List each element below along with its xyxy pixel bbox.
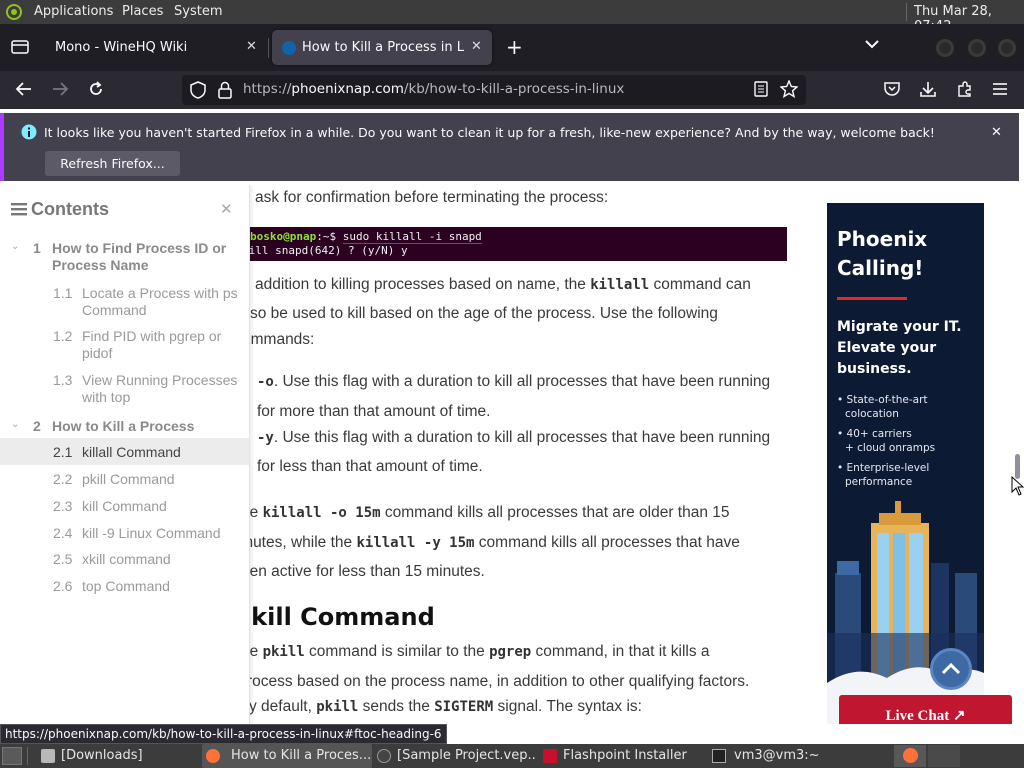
- ad-city-skyline-illustration: [827, 493, 984, 724]
- page-content: ask for confirmation before terminating …: [0, 185, 1012, 724]
- workspace-2[interactable]: [928, 745, 960, 767]
- paragraph-pkill-line2: rocess based on the process name, in add…: [247, 673, 750, 690]
- url-text[interactable]: https://phoenixnap.com/kb/how-to-kill-a-…: [243, 81, 624, 97]
- ad-red-rule: [837, 297, 907, 300]
- ad-title-line1: Phoenix: [837, 227, 928, 251]
- menu-system[interactable]: System: [174, 4, 222, 19]
- phoenixnap-ad-banner[interactable]: Phoenix Calling! Migrate your IT. Elevat…: [827, 203, 984, 724]
- close-notification-icon[interactable]: ✕: [991, 125, 1002, 140]
- collapse-chevron-icon[interactable]: ⌄: [11, 419, 19, 430]
- live-chat-button[interactable]: Live Chat ↗: [839, 695, 1012, 724]
- bullet-o-flag: -o. Use this flag with a duration to kil…: [257, 373, 771, 390]
- paragraph-age: addition to killing processes based on n…: [255, 276, 751, 293]
- close-tab-icon[interactable]: ✕: [471, 39, 482, 54]
- paragraph-example: he killall -o 15m command kills all proc…: [241, 504, 730, 521]
- ad-bullet-cont: performance: [845, 476, 913, 488]
- paragraph-example-line3: een active for less than 15 minutes.: [241, 563, 485, 580]
- downloads-icon[interactable]: [919, 80, 937, 98]
- app-icon: [377, 749, 391, 763]
- taskbar-item-sample-project[interactable]: [Sample Project.vep...: [373, 744, 535, 768]
- bullet-y-flag-line2: for less than that amount of time.: [257, 458, 483, 475]
- phoenixnap-favicon-icon: [282, 41, 296, 55]
- info-icon: [21, 124, 37, 140]
- link-status-url: https://phoenixnap.com/kb/how-to-kill-a-…: [0, 724, 447, 744]
- reload-icon[interactable]: [87, 80, 105, 98]
- firefox-view-icon[interactable]: [11, 39, 29, 55]
- list-tabs-chevron-down-icon[interactable]: [864, 38, 880, 50]
- taskbar-item-terminal[interactable]: vm3@vm3:~: [708, 744, 888, 768]
- paragraph-age-line3: ommands:: [242, 331, 315, 348]
- paragraph-age-line2: so be used to kill based on the age of t…: [250, 305, 718, 322]
- menu-applications[interactable]: Applications: [34, 4, 113, 19]
- taskbar-separator: [27, 747, 28, 765]
- top-panel: Applications Places System Thu Mar 28, 0…: [0, 0, 1024, 34]
- window-maximize-icon[interactable]: [968, 39, 986, 57]
- tracking-shield-icon[interactable]: [190, 81, 206, 99]
- distro-logo-icon[interactable]: [6, 4, 22, 20]
- ad-bullet: • Enterprise-level: [837, 462, 930, 474]
- firefox-icon: [206, 749, 220, 763]
- ad-title-line2: Calling!: [837, 256, 924, 280]
- scroll-to-top-button[interactable]: [930, 648, 972, 690]
- pocket-icon[interactable]: [883, 81, 901, 97]
- taskbar-item-flashpoint[interactable]: Flashpoint Installer: [539, 744, 707, 768]
- back-arrow-icon[interactable]: [15, 81, 33, 97]
- ad-bullet-cont: + cloud onramps: [845, 442, 936, 454]
- panel-separator: [906, 3, 907, 21]
- close-toc-icon[interactable]: ✕: [220, 200, 233, 218]
- paragraph-confirmation: ask for confirmation before terminating …: [255, 189, 609, 206]
- ad-headline-line1: Migrate your IT.: [837, 319, 962, 335]
- folder-icon: [41, 749, 55, 763]
- new-tab-icon[interactable]: +: [506, 35, 523, 59]
- terminal-user: bosko@pnap: [250, 230, 317, 243]
- extensions-puzzle-icon[interactable]: [956, 80, 974, 98]
- taskbar-item-firefox[interactable]: How to Kill a Proces...: [202, 744, 372, 768]
- bullet-y-flag: -y. Use this flag with a duration to kil…: [257, 429, 771, 446]
- reader-view-icon[interactable]: [753, 81, 769, 97]
- heading-pkill-command: pkill Command: [234, 603, 435, 631]
- refresh-firefox-button[interactable]: Refresh Firefox...: [45, 151, 180, 176]
- taskbar: [Downloads] How to Kill a Proces... [Sam…: [0, 744, 1024, 768]
- paragraph-pkill: he pkill command is similar to the pgrep…: [241, 643, 710, 660]
- taskbar-item-downloads[interactable]: [Downloads]: [37, 744, 197, 768]
- terminal-prompt: :~$: [316, 230, 343, 243]
- tab-kill-process[interactable]: How to Kill a Process in Linux ✕: [272, 30, 492, 65]
- lock-icon[interactable]: [218, 81, 232, 99]
- toc-sidebar: Contents ✕ ⌄ 1 How to Find Process ID or…: [0, 185, 250, 724]
- forward-arrow-icon[interactable]: [51, 81, 69, 97]
- bullet-o-flag-line2: for more than that amount of time.: [257, 403, 491, 420]
- tab-winehq[interactable]: Mono - WineHQ Wiki ✕: [42, 30, 268, 65]
- terminal-icon: [712, 749, 726, 763]
- toc-title: Contents: [31, 199, 109, 219]
- tab-title: Mono - WineHQ Wiki: [55, 40, 188, 55]
- show-desktop-icon[interactable]: [2, 747, 22, 765]
- notification-message: It looks like you haven't started Firefo…: [44, 125, 935, 140]
- menu-places[interactable]: Places: [122, 4, 163, 19]
- ad-bullet: • 40+ carriers: [837, 428, 912, 440]
- tab-divider: [268, 38, 269, 58]
- workspace-switcher[interactable]: [894, 745, 926, 767]
- paragraph-example-line2: inutes, while the killall -y 15m command…: [241, 534, 740, 551]
- paragraph-pkill-line3: y default, pkill sends the SIGTERM signa…: [249, 698, 642, 715]
- terminal-screenshot: bosko@pnap:~$ sudo killall -i snapd Kill…: [248, 227, 787, 261]
- ad-headline-line3: business.: [837, 361, 912, 377]
- ad-bullet: • State-of-the-art: [837, 394, 928, 406]
- terminal-output: Kill snapd(642) ? (y/N) y: [248, 244, 408, 257]
- list-icon: [11, 202, 27, 216]
- hamburger-menu-icon[interactable]: [992, 81, 1008, 97]
- mouse-cursor-icon: [1011, 476, 1024, 496]
- terminal-command: sudo killall -i snapd: [342, 230, 482, 244]
- ad-headline-line2: Elevate your: [837, 340, 937, 356]
- close-tab-icon[interactable]: ✕: [246, 39, 257, 54]
- collapse-chevron-icon[interactable]: ⌄: [11, 241, 19, 252]
- bookmark-star-icon[interactable]: [780, 80, 798, 98]
- window-close-icon[interactable]: [998, 39, 1016, 57]
- flashpoint-icon: [543, 749, 557, 763]
- tab-title: How to Kill a Process in Linux: [302, 40, 465, 55]
- tab-strip: Mono - WineHQ Wiki ✕ How to Kill a Proce…: [0, 24, 1024, 71]
- window-minimize-icon[interactable]: [936, 39, 954, 57]
- ad-bullet-cont: colocation: [845, 408, 899, 420]
